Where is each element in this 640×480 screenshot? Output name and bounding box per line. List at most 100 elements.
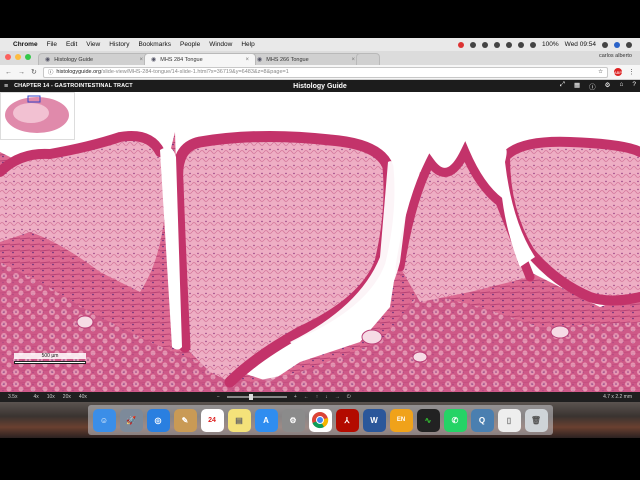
appstore-icon[interactable]: A [254,408,278,432]
menu-bookmarks[interactable]: Bookmarks [138,41,171,48]
spotlight-icon[interactable] [602,41,608,48]
zoom-presets: 4x 10x 20x 40x [33,394,86,400]
zoom-slider-knob[interactable] [248,394,253,400]
zoom-40x[interactable]: 40x [79,394,87,400]
viewer-status-bar: 3.5x 4x 10x 20x 40x − + ← ↑ ↓ → ⏻ 4.7 x … [0,392,640,402]
menu-app-name[interactable]: Chrome [13,41,38,48]
notification-center-icon[interactable] [626,41,632,48]
zoom-20x[interactable]: 20x [63,394,71,400]
dock-area: ☺ 🚀 ◎ ✎ 24 ▤ A ⚙ ⅄ W EN ∿ ✆ Q ▯ 🗑 [0,402,640,438]
adblock-icon[interactable]: ABP [614,68,622,76]
volume-icon[interactable] [530,41,537,48]
overview-thumbnail[interactable] [0,92,75,140]
profile-name[interactable]: carlos alberto [599,53,632,59]
info-icon[interactable]: ⓘ [589,81,596,91]
menu-edit[interactable]: Edit [66,41,77,48]
bookmark-star-icon[interactable]: ☆ [598,69,603,75]
screen: Chrome File Edit View History Bookmarks … [0,38,640,438]
viewer-header: ≡ CHAPTER 14 - GASTROINTESTINAL TRACT Hi… [0,80,640,92]
whatsapp-icon[interactable]: ✆ [443,408,467,432]
zoom-4x[interactable]: 4x [33,394,38,400]
hamburger-menu-icon[interactable]: ≡ [4,83,8,90]
settings-icon[interactable]: ⚙ [605,81,611,91]
zoom-10x[interactable]: 10x [47,394,55,400]
tab-close-icon[interactable]: × [139,57,143,63]
notes-icon[interactable]: ✎ [173,408,197,432]
finder-icon[interactable]: ☺ [92,408,116,432]
document-icon[interactable]: ▯ [497,408,521,432]
navigation-controls: − + ← ↑ ↓ → ⏻ [217,394,351,400]
menu-window[interactable]: Window [209,41,232,48]
calendar-icon[interactable]: 24 [200,408,224,432]
launchpad-icon[interactable]: 🚀 [119,408,143,432]
url-path: /slide-view/MHS-284-tongue/14-slide-1.ht… [101,69,289,75]
dictionary-icon[interactable]: EN [389,408,413,432]
tab-close-icon[interactable]: × [245,57,249,63]
chapter-title[interactable]: CHAPTER 14 - GASTROINTESTINAL TRACT [14,83,133,89]
trash-icon[interactable]: 🗑 [524,408,548,432]
zoom-window-icon[interactable] [25,54,31,60]
reset-view-icon[interactable]: ⏻ [347,394,351,400]
tab-close-icon[interactable]: × [351,57,355,63]
tab-histology-guide[interactable]: ◉ Histology Guide × [38,53,150,65]
tab-label: Histology Guide [54,56,94,63]
siri-icon[interactable] [614,41,620,48]
pan-right-icon[interactable]: → [335,394,340,400]
bluetooth-icon[interactable] [494,41,501,48]
chrome-menu-icon[interactable]: ⋮ [628,68,635,76]
pan-up-icon[interactable]: ↑ [316,394,319,400]
dropbox-icon[interactable] [470,41,477,48]
tab-favicon-icon: ◉ [45,57,51,63]
safari-icon[interactable]: ◎ [146,408,170,432]
pan-left-icon[interactable]: ← [304,394,309,400]
activity-icon[interactable]: ∿ [416,408,440,432]
zoom-slider[interactable] [226,394,287,400]
display-icon[interactable] [518,41,525,48]
chrome-icon[interactable] [308,408,332,432]
fullscreen-icon[interactable]: ⤢ [560,81,565,91]
menu-people[interactable]: People [180,41,200,48]
word-icon[interactable]: W [362,408,386,432]
tab-strip: ◉ Histology Guide × ◉ MHS 284 Tongue × ◉… [0,51,640,65]
wifi-icon[interactable] [506,41,513,48]
thumbnail-image [5,95,69,133]
sync-icon[interactable] [482,41,489,48]
reload-icon[interactable]: ↻ [31,68,37,76]
menu-help[interactable]: Help [241,41,254,48]
clock[interactable]: Wed 09:54 [565,41,596,48]
help-icon[interactable]: ? [632,81,636,91]
tab-label: MHS 284 Tongue [160,56,203,63]
menu-history[interactable]: History [109,41,129,48]
mac-menu-bar: Chrome File Edit View History Bookmarks … [0,38,640,51]
menu-file[interactable]: File [47,41,57,48]
menubar-tray: 100% Wed 09:54 [458,41,640,48]
quicktime-icon[interactable]: Q [470,408,494,432]
grid-icon[interactable]: ▦ [574,81,580,91]
scale-bar-line [14,361,86,364]
forward-icon[interactable]: → [18,69,25,76]
tab-favicon-icon: ◉ [257,57,263,63]
close-window-icon[interactable] [5,54,11,60]
tab-mhs-266[interactable]: ◉ MHS 266 Tongue × [250,53,362,65]
new-tab-button[interactable] [356,53,380,65]
page-info-icon[interactable]: ⓘ [48,68,54,76]
slide-viewer[interactable]: 500 µm [0,92,640,392]
zoom-in-icon[interactable]: + [294,394,297,400]
settings-icon[interactable]: ⚙ [281,408,305,432]
minimize-window-icon[interactable] [15,54,21,60]
menu-view[interactable]: View [86,41,100,48]
zoom-out-icon[interactable]: − [217,394,220,400]
acrobat-icon[interactable]: ⅄ [335,408,359,432]
back-icon[interactable]: ← [5,69,12,76]
address-bar[interactable]: ⓘ histologyguide.org/slide-view/MHS-284-… [42,66,608,78]
tab-favicon-icon: ◉ [151,57,157,63]
home-icon[interactable]: ⌂ [619,81,623,91]
pan-down-icon[interactable]: ↓ [325,394,328,400]
scale-bar-label: 500 µm [14,353,86,359]
current-zoom: 3.5x [8,394,18,400]
record-icon[interactable] [458,41,465,48]
battery-percent[interactable]: 100% [542,41,559,48]
stickies-icon[interactable]: ▤ [227,408,251,432]
url-host: histologyguide.org [56,69,102,75]
tab-mhs-284[interactable]: ◉ MHS 284 Tongue × [144,53,256,65]
